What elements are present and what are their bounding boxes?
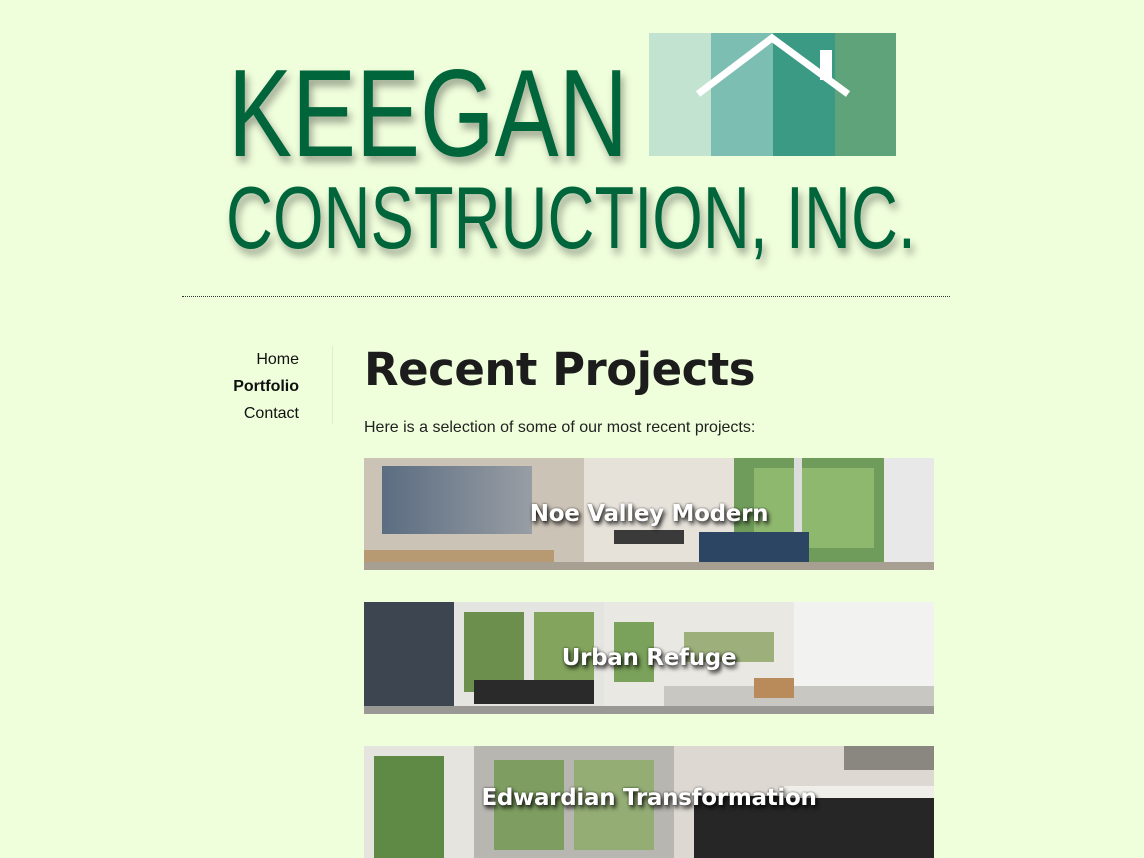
main-content: Recent Projects Here is a selection of s… bbox=[364, 340, 934, 858]
house-icon bbox=[649, 33, 896, 156]
company-logo[interactable]: KEEGAN CONSTRUCTION, INC. bbox=[222, 30, 922, 270]
header-divider bbox=[182, 296, 950, 297]
project-title: Noe Valley Modern bbox=[529, 501, 769, 527]
nav-contact[interactable]: Contact bbox=[182, 400, 332, 427]
page-title: Recent Projects bbox=[364, 343, 756, 396]
project-card-edwardian-transformation[interactable]: Edwardian Transformation bbox=[364, 746, 934, 858]
nav-portfolio[interactable]: Portfolio bbox=[182, 373, 332, 400]
project-card-noe-valley-modern[interactable]: Noe Valley Modern bbox=[364, 458, 934, 570]
logo-line1: KEEGAN bbox=[228, 45, 628, 183]
side-nav: Home Portfolio Contact bbox=[182, 346, 333, 424]
project-title: Urban Refuge bbox=[561, 645, 737, 671]
project-title: Edwardian Transformation bbox=[481, 785, 817, 811]
logo-line2: CONSTRUCTION, INC. bbox=[226, 168, 916, 267]
project-card-urban-refuge[interactable]: Urban Refuge bbox=[364, 602, 934, 714]
nav-home[interactable]: Home bbox=[182, 346, 332, 373]
intro-text: Here is a selection of some of our most … bbox=[364, 419, 756, 436]
logo-graphic: KEEGAN CONSTRUCTION, INC. bbox=[226, 33, 916, 267]
